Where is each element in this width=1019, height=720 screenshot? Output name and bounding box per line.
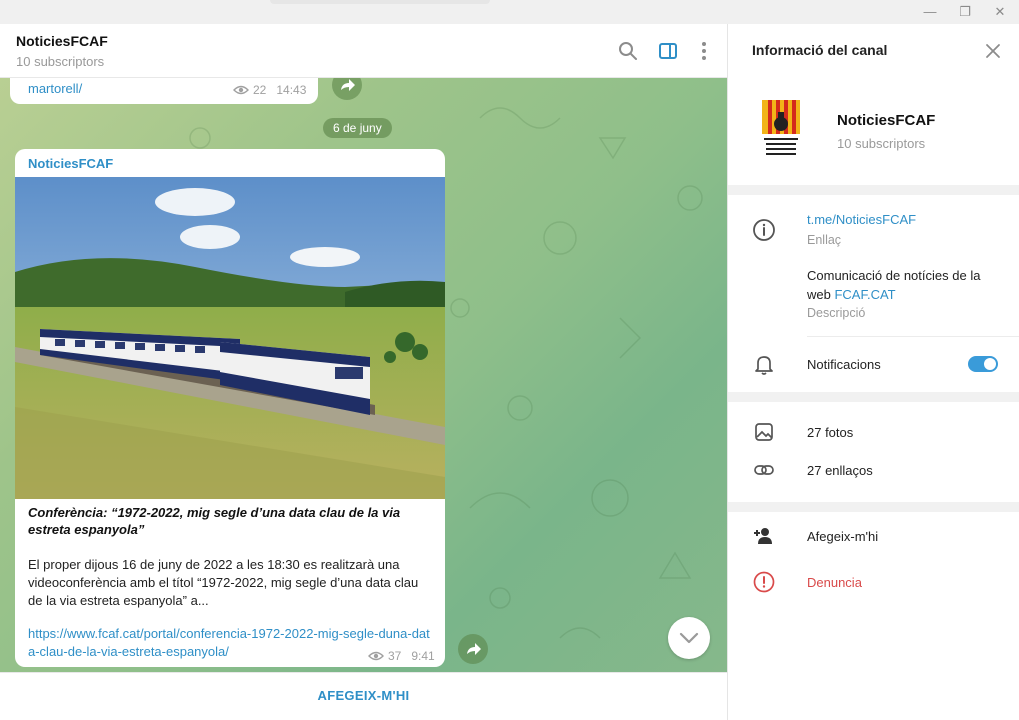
window-titlebar: — ❐ ✕ [0, 0, 1019, 24]
section-divider [728, 502, 1019, 512]
chevron-down-icon [679, 632, 699, 644]
post-views: 37 [388, 649, 402, 663]
channel-post-bubble: NoticiesFCAF Conferència: “1972-2022, mi… [15, 149, 445, 667]
bell-icon [755, 356, 773, 375]
channel-name: NoticiesFCAF [837, 112, 936, 129]
channel-link[interactable]: t.me/NoticiesFCAF [807, 212, 916, 227]
post-time: 9:41 [411, 649, 435, 663]
chat-subscriber-count: 10 subscriptors [16, 54, 105, 69]
channel-logo[interactable] [760, 98, 802, 164]
photos-count[interactable]: 27 fotos [807, 425, 853, 440]
report-option[interactable]: Denuncia [807, 575, 862, 590]
minimize-button[interactable]: — [920, 2, 940, 22]
share-arrow-icon [467, 643, 481, 655]
join-bar: AFEGEIX-M'HI [0, 672, 727, 720]
chat-title[interactable]: NoticiesFCAF [16, 33, 108, 49]
previous-message-views: 22 [253, 83, 267, 97]
photo-icon [755, 423, 773, 441]
post-meta: 37 9:41 [368, 649, 435, 663]
previous-message-link[interactable]: martorell/ [28, 81, 82, 96]
panel-title: Informació del canal [752, 42, 888, 58]
links-count[interactable]: 27 enllaços [807, 463, 873, 478]
channel-subscriber-count: 10 subscriptors [837, 136, 926, 151]
join-channel-option[interactable]: Afegeix-m'hi [807, 529, 878, 544]
report-icon [753, 571, 775, 593]
previous-message-meta: 22 14:43 [233, 83, 306, 97]
date-separator: 6 de juny [323, 118, 392, 138]
scroll-to-bottom-button[interactable] [668, 617, 710, 659]
info-icon [753, 219, 775, 241]
toggle-knob [984, 358, 996, 370]
forward-button-previous[interactable] [332, 78, 362, 100]
divider-line [807, 336, 1019, 337]
share-arrow-icon [341, 79, 355, 91]
post-body-text: El proper dijous 16 de juny de 2022 a le… [28, 557, 419, 608]
more-options-icon[interactable] [692, 39, 716, 63]
close-window-button[interactable]: ✕ [990, 2, 1010, 22]
close-panel-icon[interactable] [982, 40, 1004, 62]
restore-button[interactable]: ❐ [955, 2, 975, 22]
notifications-label: Notificacions [807, 357, 881, 372]
notifications-toggle[interactable] [968, 356, 998, 372]
views-eye-icon [233, 85, 249, 95]
link-label: Enllaç [807, 233, 842, 247]
search-icon[interactable] [616, 39, 640, 63]
views-eye-icon [368, 651, 384, 661]
post-title: Conferència: “1972-2022, mig segle d’una… [28, 505, 401, 537]
add-user-icon [754, 528, 772, 544]
titlebar-drag-handle[interactable] [270, 0, 490, 4]
post-photo-train[interactable] [15, 177, 445, 499]
description-label: Descripció [807, 306, 866, 320]
previous-message-bubble: martorell/ 22 14:43 [10, 78, 318, 104]
section-divider [728, 185, 1019, 195]
chat-message-area[interactable]: martorell/ 22 14:43 6 de juny NoticiesFC… [0, 78, 727, 672]
chat-header: NoticiesFCAF 10 subscriptors [0, 24, 727, 78]
previous-message-time: 14:43 [276, 83, 307, 97]
description-link[interactable]: FCAF.CAT [834, 287, 895, 302]
sidebar-toggle-icon[interactable] [656, 39, 680, 63]
post-sender-name[interactable]: NoticiesFCAF [28, 156, 113, 171]
channel-info-panel: Informació del canal NoticiesFCAF 10 sub… [727, 24, 1019, 720]
forward-button-post[interactable] [458, 634, 488, 664]
join-channel-button[interactable]: AFEGEIX-M'HI [0, 688, 727, 703]
channel-description: Comunicació de notícies de la web FCAF.C… [807, 266, 997, 304]
section-divider [728, 392, 1019, 402]
link-icon [754, 465, 774, 475]
